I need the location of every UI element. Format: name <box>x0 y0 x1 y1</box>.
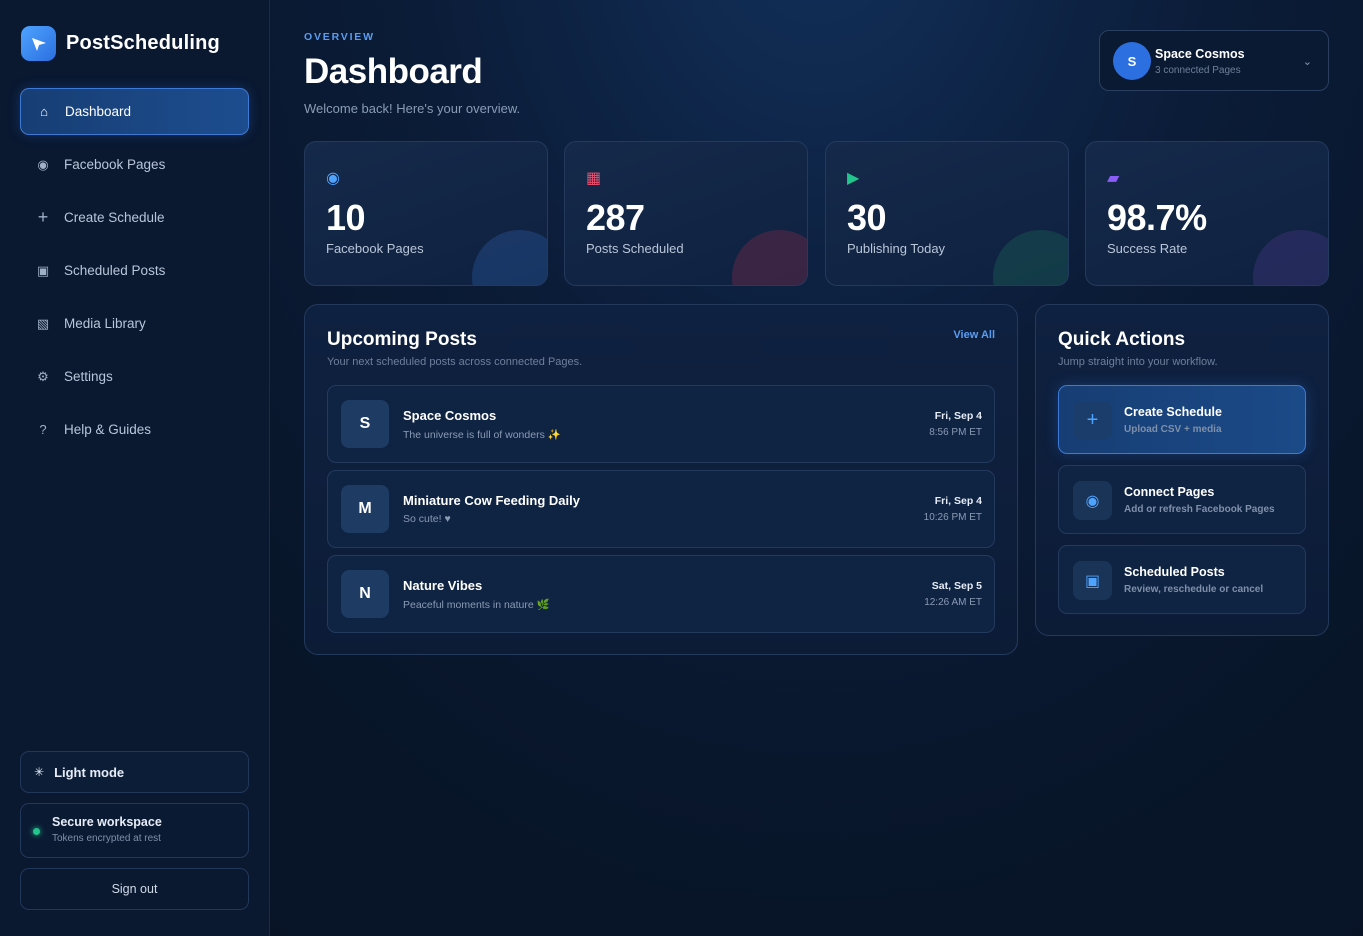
image-icon: ▧ <box>36 315 50 331</box>
stat-card-publishing-today: ▶ 30 Publishing Today <box>825 141 1069 286</box>
calendar-icon: ▦ <box>586 170 602 187</box>
stat-value: 98.7% <box>1107 197 1207 238</box>
post-page-name: Nature Vibes <box>403 578 483 593</box>
stat-card-posts-scheduled: ▦ 287 Posts Scheduled <box>564 141 808 286</box>
stat-card-success-rate: ▰ 98.7% Success Rate <box>1085 141 1329 286</box>
quick-actions-panel: Quick Actions Jump straight into your wo… <box>1035 304 1329 636</box>
stat-label: Facebook Pages <box>326 241 424 256</box>
sidebar-item-facebook-pages[interactable]: ◉ Facebook Pages <box>20 141 249 188</box>
square-icon: ▣ <box>36 262 50 278</box>
secure-workspace-card: Secure workspace Tokens encrypted at res… <box>20 803 249 858</box>
brand-name: PostScheduling <box>66 32 220 54</box>
status-dot-icon <box>33 828 40 835</box>
panel-title: Upcoming Posts <box>327 329 477 350</box>
post-time: 8:56 PM ET <box>929 427 982 438</box>
page-overline: OVERVIEW <box>304 31 375 43</box>
chart-icon: ▰ <box>1107 170 1120 187</box>
upcoming-posts-panel: Upcoming Posts Your next scheduled posts… <box>304 304 1018 655</box>
stat-label: Success Rate <box>1107 241 1188 256</box>
sidebar-item-label: Facebook Pages <box>64 157 166 172</box>
action-title: Scheduled Posts <box>1124 565 1225 579</box>
sidebar-item-create-schedule[interactable]: + Create Schedule <box>20 194 249 241</box>
list-item[interactable]: S Space Cosmos The universe is full of w… <box>327 385 995 463</box>
decorative-circle <box>472 230 547 285</box>
decorative-circle <box>1253 230 1328 285</box>
sidebar-item-label: Media Library <box>64 316 146 331</box>
sidebar-item-help[interactable]: ? Help & Guides <box>20 406 249 453</box>
secure-title: Secure workspace <box>52 815 162 829</box>
panel-title: Quick Actions <box>1058 329 1186 350</box>
sidebar-item-dashboard[interactable]: ⌂ Dashboard <box>20 88 249 135</box>
square-icon: ▣ <box>1073 561 1112 600</box>
sidebar-nav: ⌂ Dashboard ◉ Facebook Pages + Create Sc… <box>20 88 249 459</box>
sidebar-item-label: Dashboard <box>65 104 132 119</box>
action-subtitle: Review, reschedule or cancel <box>1124 584 1264 595</box>
scheduled-posts-button[interactable]: ▣ Scheduled Posts Review, reschedule or … <box>1058 545 1306 614</box>
post-page-name: Space Cosmos <box>403 408 497 423</box>
sidebar-item-label: Help & Guides <box>64 422 152 437</box>
list-item[interactable]: N Nature Vibes Peaceful moments in natur… <box>327 555 995 633</box>
stat-value: 30 <box>847 197 887 238</box>
plus-icon: + <box>1073 401 1112 440</box>
post-time: 10:26 PM ET <box>923 512 982 523</box>
create-schedule-button[interactable]: + Create Schedule Upload CSV + media <box>1058 385 1306 454</box>
light-mode-toggle[interactable]: ✳ Light mode <box>20 751 249 793</box>
panel-subtitle: Jump straight into your workflow. <box>1058 356 1218 368</box>
chevron-down-icon: ⌄ <box>1302 56 1312 68</box>
post-text: Peaceful moments in nature 🌿 <box>403 599 550 611</box>
view-all-link[interactable]: View All <box>953 329 995 341</box>
post-page-name: Miniature Cow Feeding Daily <box>403 493 580 508</box>
target-icon: ◉ <box>326 170 340 187</box>
post-text: So cute! ♥ <box>403 513 451 525</box>
question-icon: ? <box>39 422 47 437</box>
play-icon: ▶ <box>847 170 860 187</box>
panel-subtitle: Your next scheduled posts across connect… <box>327 356 583 368</box>
action-title: Create Schedule <box>1124 405 1222 419</box>
account-subtitle: 3 connected Pages <box>1155 65 1241 76</box>
action-title: Connect Pages <box>1124 485 1215 499</box>
account-name: Space Cosmos <box>1155 47 1245 61</box>
stat-value: 287 <box>586 197 645 238</box>
secure-subtitle: Tokens encrypted at rest <box>52 833 161 844</box>
sidebar-item-settings[interactable]: ⚙ Settings <box>20 353 249 400</box>
stat-value: 10 <box>326 197 366 238</box>
stat-label: Posts Scheduled <box>586 241 684 256</box>
sidebar-item-label: Scheduled Posts <box>64 263 166 278</box>
sign-out-button[interactable]: Sign out <box>20 868 249 910</box>
avatar: N <box>341 570 389 618</box>
stat-label: Publishing Today <box>847 241 946 256</box>
post-time: 12:26 AM ET <box>924 597 982 608</box>
list-item[interactable]: M Miniature Cow Feeding Daily So cute! ♥… <box>327 470 995 548</box>
home-icon: ⌂ <box>40 104 48 119</box>
plus-icon: + <box>37 207 49 227</box>
page-subtitle: Welcome back! Here's your overview. <box>304 101 521 116</box>
sidebar-item-label: Create Schedule <box>64 210 165 225</box>
sidebar-item-media-library[interactable]: ▧ Media Library <box>20 300 249 347</box>
target-icon: ◉ <box>37 156 49 172</box>
action-subtitle: Upload CSV + media <box>1124 424 1222 435</box>
page-title: Dashboard <box>304 52 483 91</box>
action-subtitle: Add or refresh Facebook Pages <box>1124 504 1275 515</box>
post-date: Sat, Sep 5 <box>931 580 982 592</box>
stat-card-facebook-pages: ◉ 10 Facebook Pages <box>304 141 548 286</box>
avatar: M <box>341 485 389 533</box>
target-icon: ◉ <box>1073 481 1112 520</box>
decorative-circle <box>993 230 1068 285</box>
decorative-circle <box>732 230 807 285</box>
sidebar-item-scheduled-posts[interactable]: ▣ Scheduled Posts <box>20 247 249 294</box>
post-date: Fri, Sep 4 <box>934 410 982 422</box>
light-mode-label: Light mode <box>54 764 125 780</box>
sun-icon: ✳ <box>34 765 45 779</box>
avatar: S <box>1113 42 1151 80</box>
sidebar: PostScheduling ⌂ Dashboard ◉ Facebook Pa… <box>0 0 270 936</box>
connect-pages-button[interactable]: ◉ Connect Pages Add or refresh Facebook … <box>1058 465 1306 534</box>
brand[interactable]: PostScheduling <box>21 26 220 61</box>
avatar: S <box>341 400 389 448</box>
account-switcher[interactable]: S Space Cosmos 3 connected Pages ⌄ <box>1099 30 1329 91</box>
post-text: The universe is full of wonders ✨ <box>403 429 561 441</box>
gear-icon: ⚙ <box>37 368 49 384</box>
post-date: Fri, Sep 4 <box>934 495 982 507</box>
sidebar-item-label: Settings <box>64 369 113 384</box>
paper-plane-icon <box>21 26 56 61</box>
